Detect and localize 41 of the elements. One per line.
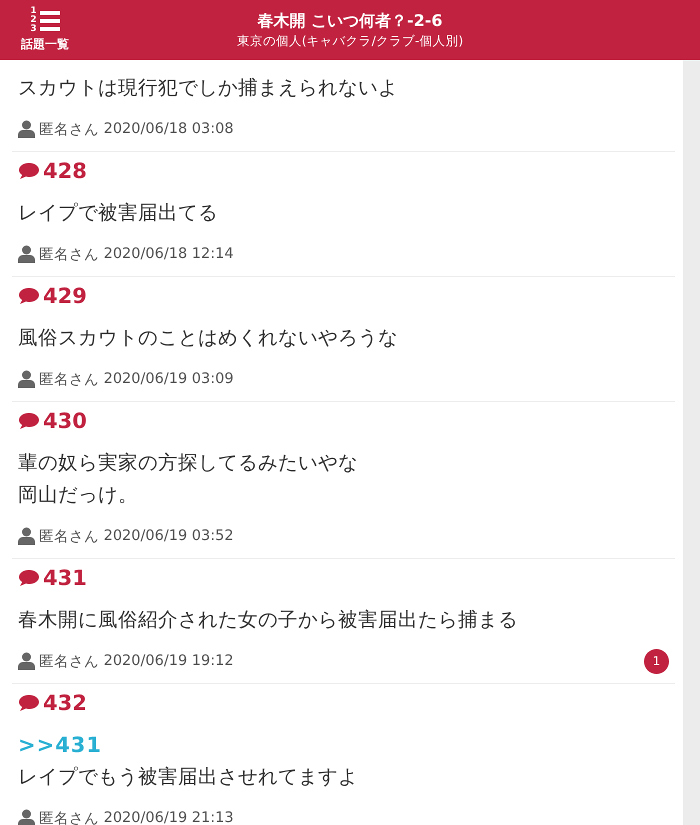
- user-icon: [18, 527, 35, 545]
- post-date: 2020/06/19 19:12: [104, 653, 234, 669]
- topic-numbers: 1 2 3: [30, 7, 37, 34]
- post-number: 429: [43, 283, 87, 309]
- reply-count[interactable]: 1: [644, 648, 669, 674]
- post-author: 匿名さん: [39, 246, 99, 264]
- post-author: 匿名さん: [39, 370, 99, 388]
- post-date: 2020/06/19 21:13: [104, 810, 234, 825]
- user-icon: [18, 120, 35, 138]
- post-date: 2020/06/19 03:09: [104, 371, 234, 387]
- post-date: 2020/06/19 03:52: [104, 528, 234, 544]
- list-icon: [40, 10, 60, 30]
- post-author: 匿名さん: [39, 120, 99, 138]
- speech-bubble-icon: [18, 694, 40, 712]
- user-icon: [18, 370, 35, 388]
- post-number: 432: [43, 690, 87, 716]
- post-number: 431: [43, 565, 87, 591]
- speech-bubble-icon: [18, 569, 40, 587]
- speech-bubble-icon: [18, 287, 40, 305]
- board-category: 東京の個人(キャバクラ/クラブ-個人別): [236, 32, 464, 50]
- post-text: レイプでもう被害届出させれてますよ: [18, 764, 359, 790]
- post-text: スカウトは現行犯でしか捕まえられないよ: [18, 75, 399, 101]
- post-number: 428: [43, 158, 87, 184]
- post-author: 匿名さん: [39, 652, 99, 670]
- speech-bubble-icon: [18, 412, 40, 430]
- user-icon: [18, 245, 35, 263]
- post-date: 2020/06/18 12:14: [104, 246, 234, 262]
- post-text: 風俗スカウトのことはめくれないやろうな: [18, 325, 399, 351]
- speech-bubble-icon: [18, 162, 40, 180]
- post-author: 匿名さん: [39, 528, 99, 546]
- post-text: 春木開に風俗紹介された女の子から被害届出たら捕まる: [18, 607, 519, 633]
- post-text: レイプで被害届出てる: [18, 200, 219, 226]
- user-icon: [18, 809, 35, 825]
- topic-list-button[interactable]: 1 2 3 話題一覧: [0, 7, 90, 53]
- post-text: 輩の奴ら実家の方探してるみたいやな: [18, 450, 359, 476]
- post-author: 匿名さん: [39, 810, 99, 825]
- thread-title: 春木開 こいつ何者？-2-6: [257, 10, 443, 32]
- post-date: 2020/06/18 03:08: [104, 121, 234, 137]
- user-icon: [18, 652, 35, 670]
- post-number: 430: [43, 408, 87, 434]
- post-text: 岡山だっけ。: [18, 482, 139, 508]
